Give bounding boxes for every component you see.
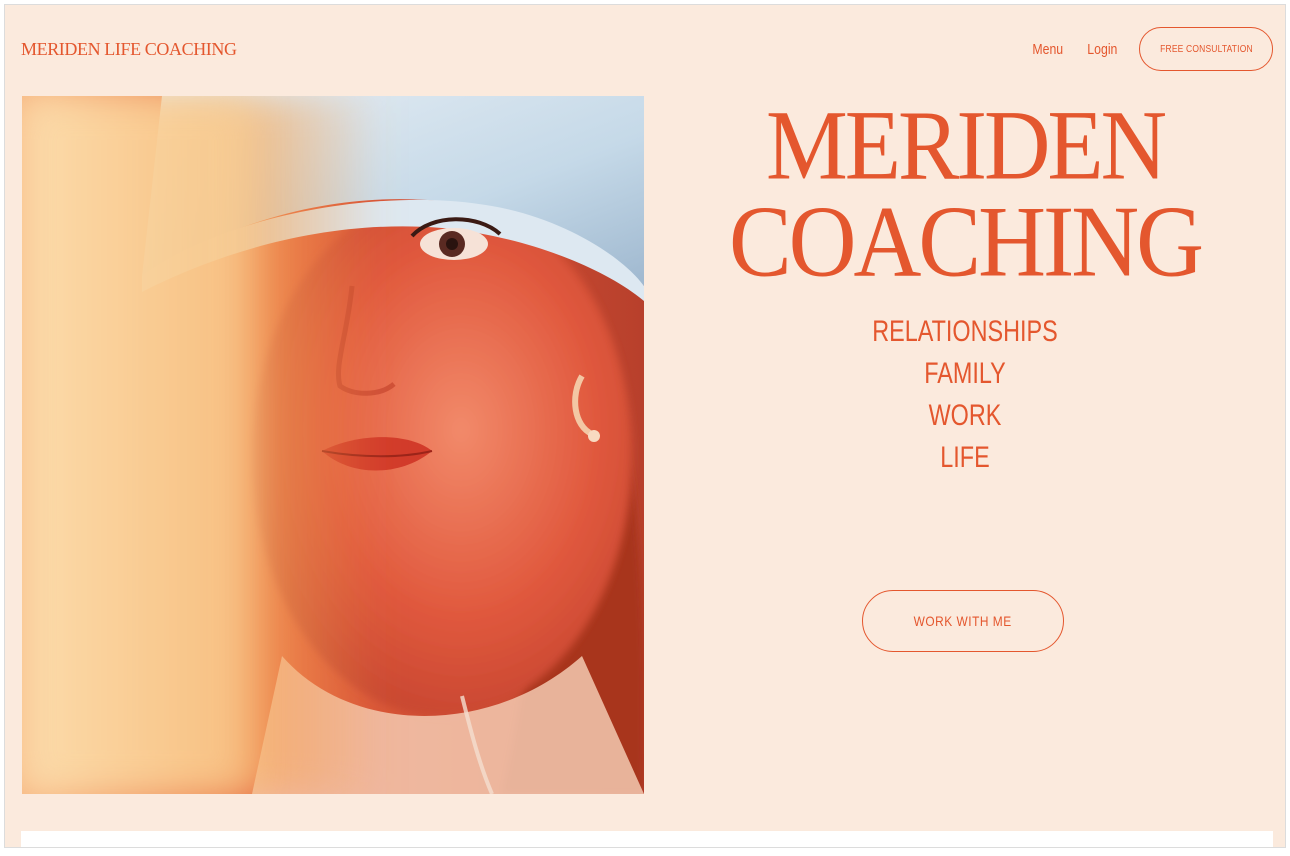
work-with-me-button[interactable]: WORK WITH ME [862, 590, 1064, 652]
next-section-strip [21, 831, 1273, 847]
hero-title-line-1: MERIDEN [765, 89, 1167, 201]
work-with-me-label: WORK WITH ME [913, 613, 1012, 629]
portrait-photo [22, 96, 644, 794]
menu-link[interactable]: Menu [1032, 41, 1063, 58]
free-consultation-label: FREE CONSULTATION [1159, 43, 1253, 55]
topics-list: RELATIONSHIPS FAMILY WORK LIFE [645, 311, 1285, 479]
page-frame: MERIDEN LIFE COACHING Menu Login FREE CO… [4, 4, 1286, 848]
hero-title-line-2: COACHING [728, 185, 1204, 299]
topic-life: LIFE [940, 441, 990, 474]
login-link[interactable]: Login [1088, 41, 1118, 58]
brand-logo[interactable]: MERIDEN LIFE COACHING [21, 39, 237, 60]
top-nav: Menu Login FREE CONSULTATION [1029, 27, 1273, 71]
free-consultation-button[interactable]: FREE CONSULTATION [1139, 27, 1273, 71]
topic-family: FAMILY [924, 357, 1006, 390]
topic-relationships: RELATIONSHIPS [872, 315, 1058, 348]
hero-title: MERIDEN COACHING [645, 89, 1285, 292]
topic-work: WORK [928, 399, 1002, 432]
